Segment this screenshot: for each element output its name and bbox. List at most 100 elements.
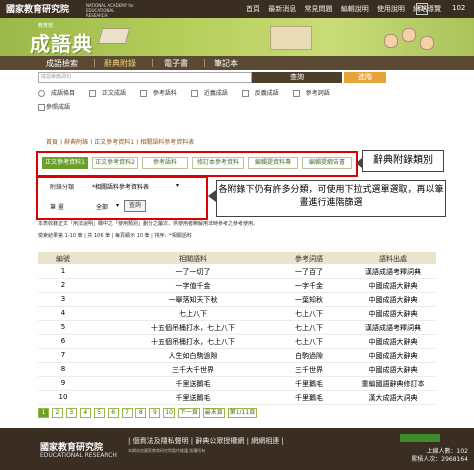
scope-option[interactable]: 正文成語 <box>88 90 132 97</box>
related-corpus-cell: 人生如白駒過隙 <box>168 352 218 360</box>
checkbox-icon <box>190 90 198 97</box>
reference-term-cell[interactable]: 千里鵝毛 <box>274 393 344 403</box>
scope-option[interactable]: 參考語料 <box>139 90 183 97</box>
child-figure <box>402 28 416 42</box>
chevron-down-icon[interactable]: ▾ <box>176 182 179 189</box>
nav-notebook[interactable]: 筆記本 <box>214 58 238 69</box>
source-cell: 漢語成語考釋詞典 <box>365 324 421 332</box>
search-scope-options: 成語條目 正文成語 參考語料 近義成語 反義成語 參考詞語 <box>38 88 342 97</box>
category-select[interactable]: *相關語料參考資料表 <box>92 182 149 191</box>
callout-arrow <box>208 190 216 202</box>
appendix-tabs-highlight: 正文參考資料1 正文參考資料2 參考語料 修訂本參考資料 編輯提資料專 編輯提綱… <box>36 151 358 177</box>
reference-term-cell[interactable]: 一葉知秋 <box>274 295 344 305</box>
next-page-link[interactable]: 下一頁 <box>177 408 200 418</box>
header-number: 編號 <box>56 255 70 263</box>
footer-logo-en: EDUCATIONAL RESEARCH <box>40 452 117 459</box>
checkbox-icon <box>88 90 96 97</box>
page-link[interactable]: 2 <box>51 408 63 418</box>
tab-revision-reference[interactable]: 修訂本參考資料 <box>192 157 244 169</box>
scope-option[interactable]: 反義成語 <box>241 90 285 97</box>
row-number: 6 <box>60 337 66 345</box>
scope-option[interactable]: 成語條目 <box>38 90 81 97</box>
total-label: 累積人次 <box>411 456 436 463</box>
callout-appendix-categories: 辭典附錄類別 <box>362 150 444 172</box>
org-subtitle: NATIONAL ACADEMY for EDUCATIONAL RESEARC… <box>86 3 134 18</box>
top-link-home[interactable]: 首頁 <box>246 5 260 13</box>
page-link[interactable]: 10 <box>163 408 175 418</box>
last-page-link[interactable]: 最末頁 <box>202 408 225 418</box>
table-row: 3 一舉落知天下秋 一葉知秋 中國成語大辭典 <box>38 293 436 307</box>
chevron-down-icon[interactable]: ▾ <box>116 202 119 209</box>
page-link[interactable]: 7 <box>121 408 133 418</box>
source-cell: 中國成語大辭典 <box>368 366 418 374</box>
nav-search[interactable]: 成語檢索 <box>46 58 78 69</box>
result-summary: 檢索結果第 1-10 筆 | 共 106 筆 | 每頁顯示 10 筆 | 排序：… <box>38 233 192 239</box>
tab-appendix-2[interactable]: 正文參考資料2 <box>92 157 138 169</box>
row-number: 1 <box>60 267 66 275</box>
related-corpus-cell: 十五個吊桶打水，七上八下 <box>151 324 235 332</box>
nav-divider <box>204 59 205 67</box>
page-link[interactable]: 3 <box>65 408 77 418</box>
related-corpus-cell: 三千大千世界 <box>172 366 214 374</box>
row-number: 3 <box>60 295 66 303</box>
main-nav: 成語檢索 辭典附錄 電子書 筆記本 <box>0 56 474 70</box>
top-link-editorial[interactable]: 編輯說明 <box>341 5 369 13</box>
radio-icon <box>38 90 45 97</box>
breadcrumb[interactable]: 首頁 ) 辭典附錄 ) 正文參考資料1 ) 相關語料參考資料表 <box>46 137 194 146</box>
table-row: 1 一了一切了 一了百了 漢語成語考釋詞典 <box>38 265 436 279</box>
reference-term-cell[interactable]: 千里鵝毛 <box>274 379 344 389</box>
scope-option[interactable]: 參考詞語 <box>292 90 336 97</box>
page-link[interactable]: 5 <box>93 408 105 418</box>
related-corpus-cell: 千里送鵝毛 <box>175 394 211 402</box>
stroke-select[interactable]: 全部 <box>96 202 108 211</box>
header-related-corpus: 相關語料 <box>179 255 207 263</box>
site-title[interactable]: 成語典 <box>30 28 93 56</box>
scope-option[interactable]: 近義成語 <box>190 90 234 97</box>
reference-term-cell[interactable]: 七上八下 <box>274 309 344 319</box>
row-number: 9 <box>60 379 66 387</box>
search-button[interactable]: 查詢 <box>252 72 342 83</box>
top-link-faq[interactable]: 常見問題 <box>304 5 332 13</box>
related-corpus-cell: 一了一切了 <box>175 268 211 276</box>
footer-links[interactable]: | 個資法及隱私聲明 | 辭典公眾授權網 | 網網相連 | <box>128 436 284 446</box>
page-link[interactable]: 1 <box>38 408 49 418</box>
footer: 國家教育研究院 EDUCATIONAL RESEARCH | 個資法及隱私聲明 … <box>0 428 474 470</box>
page-link[interactable]: 4 <box>79 408 91 418</box>
filter-query-button[interactable]: 查詢 <box>124 200 146 212</box>
reference-term-cell[interactable]: 七上八下 <box>274 337 344 347</box>
callout-filter-help: 各附錄下仍有許多分類，可使用下拉式選單選取，再以筆畫進行進階篩選 <box>216 180 446 217</box>
reference-term-cell[interactable]: 一了百了 <box>274 267 344 277</box>
tab-appendix-1[interactable]: 正文參考資料1 <box>42 157 88 169</box>
table-row: 7 人生如白駒過隙 白駒過隙 中國成語大辭典 <box>38 349 436 363</box>
nav-divider <box>94 59 95 67</box>
reference-term-cell[interactable]: 白駒過隙 <box>274 351 344 361</box>
language-toggle[interactable]: EN <box>416 3 428 15</box>
extra-option[interactable]: 參照成語 <box>38 102 70 111</box>
top-link-help[interactable]: 使用說明 <box>377 5 405 13</box>
stroke-label: 筆 畫 <box>50 204 64 211</box>
books-illustration <box>270 26 312 50</box>
nav-appendix[interactable]: 辭典附錄 <box>104 58 136 69</box>
advanced-search-button[interactable]: 進階 <box>344 72 386 83</box>
tab-reference-corpus[interactable]: 參考語料 <box>142 157 188 169</box>
reference-term-cell[interactable]: 七上八下 <box>274 323 344 333</box>
page-link[interactable]: 6 <box>107 408 119 418</box>
reference-term-cell[interactable]: 一字千金 <box>274 281 344 291</box>
search-input[interactable]: 成語單篇詞句 <box>38 72 252 83</box>
related-corpus-cell: 十五個吊桶打水，七上八下 <box>151 338 235 346</box>
accessibility-badge-icon[interactable] <box>400 434 440 442</box>
nav-ebook[interactable]: 電子書 <box>164 58 188 69</box>
page-link[interactable]: 8 <box>135 408 147 418</box>
footer-info: 本網站由國家教育研究院製作維護 版權所有 <box>128 448 206 453</box>
tab-editorial-data[interactable]: 編輯提資料專 <box>248 157 298 169</box>
total-count: 2968164 <box>441 456 468 463</box>
org-logo[interactable]: 國家教育研究院 <box>6 2 69 15</box>
source-cell: 漢語成語考釋詞典 <box>365 268 421 276</box>
source-cell: 中國成語大辭典 <box>368 352 418 360</box>
reference-term-cell[interactable]: 三千世界 <box>274 365 344 375</box>
top-link-news[interactable]: 最新消息 <box>268 5 296 13</box>
checkbox-icon <box>38 104 45 111</box>
related-corpus-cell: 七上八下 <box>179 310 207 318</box>
tab-editorial-report[interactable]: 編輯提綱告書 <box>302 157 352 169</box>
page-link[interactable]: 9 <box>149 408 161 418</box>
